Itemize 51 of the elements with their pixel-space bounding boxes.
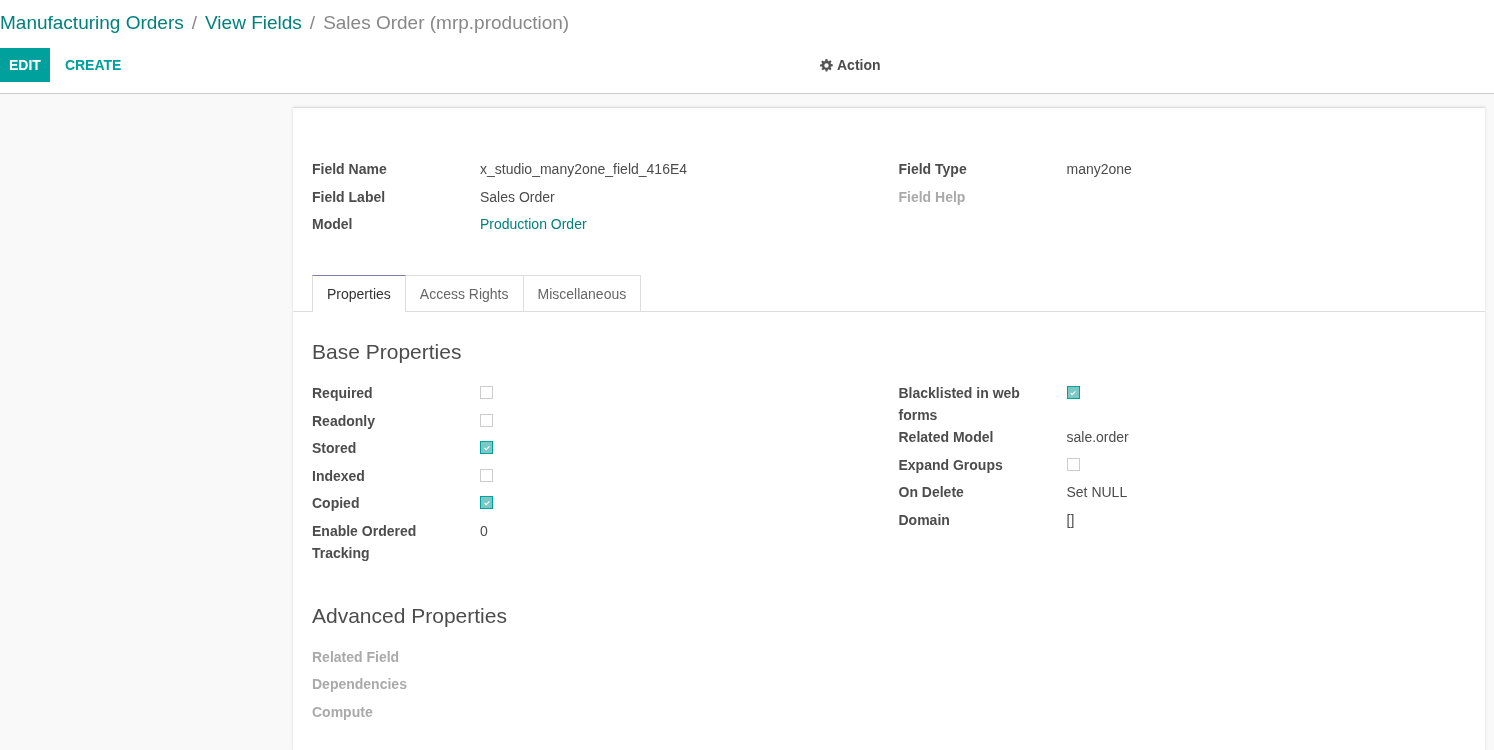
- field-label: Readonly: [312, 411, 376, 431]
- field-value: Sales Order: [480, 187, 555, 207]
- breadcrumb-current: Sales Order (mrp.production): [323, 12, 570, 35]
- field-label: Field Name: [312, 160, 388, 179]
- tab[interactable]: Miscellaneous: [523, 275, 642, 311]
- field-label: On Delete: [898, 483, 965, 502]
- field-label: Required: [312, 384, 374, 403]
- field-label: Model: [312, 215, 354, 234]
- field-label: Compute: [312, 702, 374, 722]
- field-value: many2one: [1066, 160, 1132, 179]
- checkbox[interactable]: [480, 413, 493, 427]
- field-label: Domain: [898, 510, 951, 530]
- field-label: Expand Groups: [898, 455, 1004, 475]
- section-title: Base Properties: [311, 339, 463, 365]
- field-label: Field Label: [312, 187, 387, 207]
- field-value: []: [1066, 510, 1075, 530]
- tab[interactable]: Properties: [312, 275, 406, 312]
- section-title: Advanced Properties: [311, 602, 508, 629]
- field-value: sale.order: [1066, 428, 1129, 447]
- edit-button[interactable]: EDIT: [0, 48, 50, 82]
- action-button[interactable]: Action: [820, 57, 881, 73]
- field-label: Field Help: [898, 187, 967, 207]
- breadcrumb-separator: /: [191, 12, 198, 35]
- checkbox[interactable]: [1066, 457, 1080, 471]
- field-label: Enable Ordered Tracking: [312, 521, 418, 563]
- check-icon: [482, 443, 491, 452]
- breadcrumb-link[interactable]: View Fields: [205, 12, 302, 38]
- field-label: Related Field: [312, 647, 401, 667]
- field-value: 0: [480, 521, 488, 541]
- field-label: Indexed: [312, 466, 366, 486]
- field-value: Set NULL: [1066, 483, 1128, 502]
- field-label: Field Type: [898, 160, 968, 179]
- field-label: Dependencies: [312, 675, 408, 694]
- field-label: Copied: [312, 494, 361, 513]
- field-link[interactable]: Production Order: [480, 213, 587, 235]
- breadcrumb-link[interactable]: Manufacturing Orders: [0, 12, 184, 38]
- field-label: Stored: [312, 439, 358, 458]
- check-icon: [482, 498, 491, 507]
- settings-icon: [820, 58, 833, 72]
- field-label: Blacklisted in web forms: [898, 384, 1021, 425]
- breadcrumb-separator: /: [309, 12, 316, 35]
- checkbox[interactable]: [480, 441, 493, 454]
- checkbox[interactable]: [1066, 386, 1080, 399]
- create-button[interactable]: CREATE: [55, 48, 131, 82]
- check-icon: [1069, 388, 1077, 397]
- checkbox[interactable]: [480, 468, 493, 482]
- checkbox[interactable]: [480, 386, 493, 399]
- field-label: Related Model: [898, 428, 995, 447]
- checkbox[interactable]: [480, 496, 493, 509]
- tab[interactable]: Access Rights: [405, 275, 524, 311]
- field-value: x_studio_many2one_field_416E4: [480, 160, 688, 179]
